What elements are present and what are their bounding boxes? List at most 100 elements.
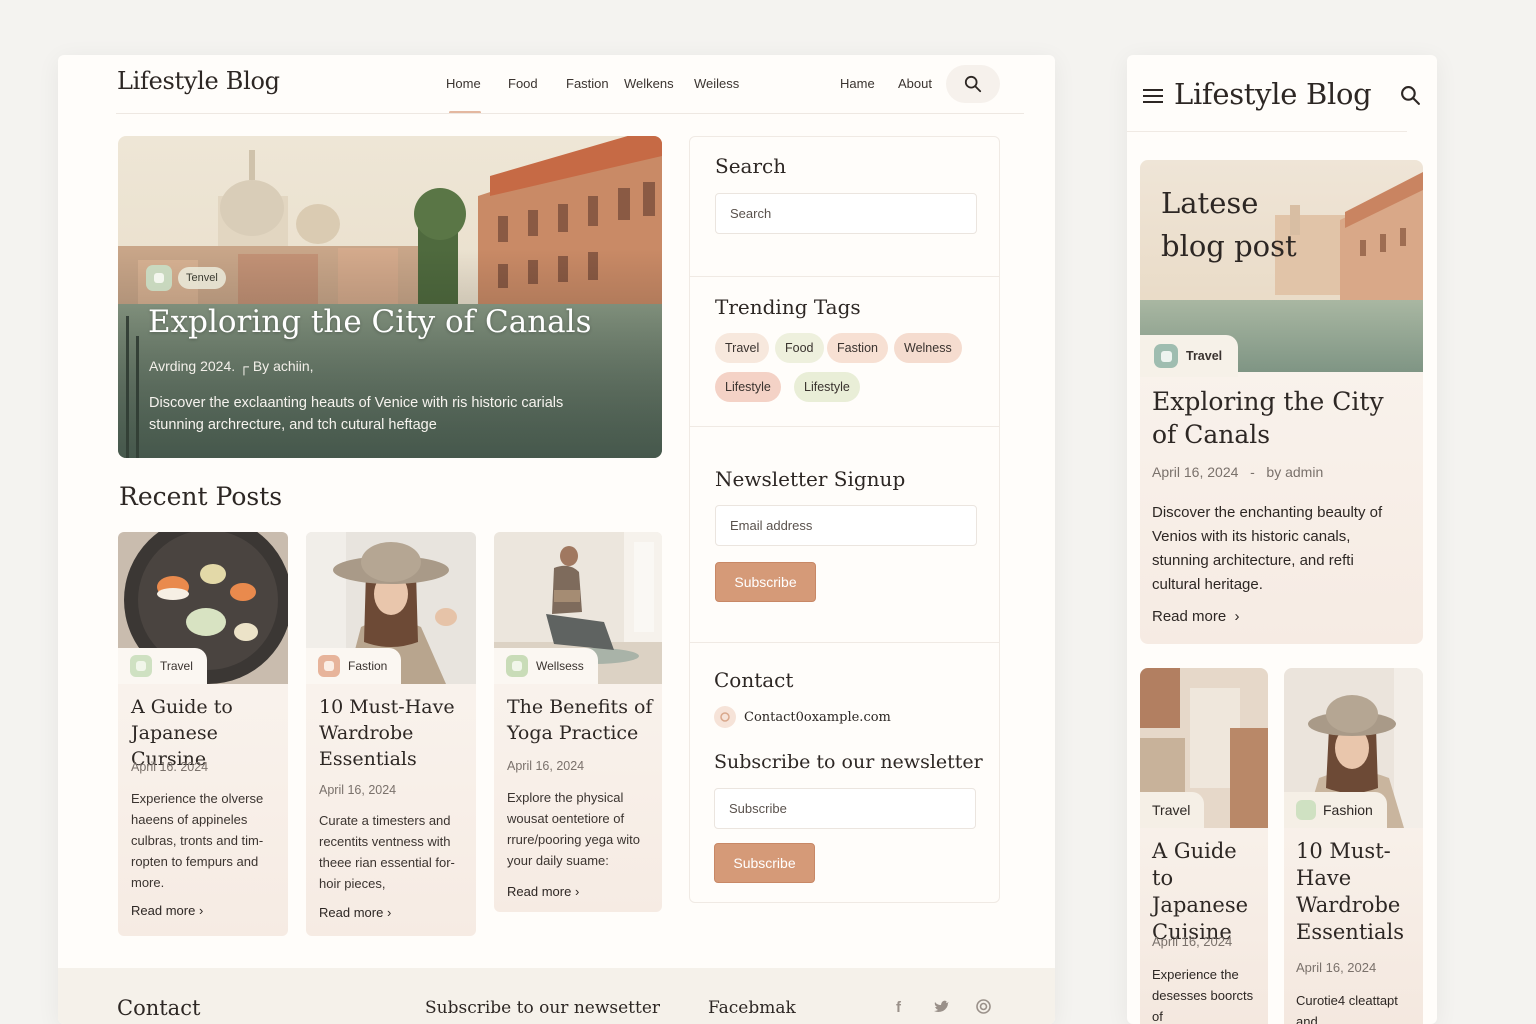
mobile-post-excerpt: Experience the desesses boorcts of bbox=[1152, 967, 1254, 1024]
email-field[interactable]: Email address bbox=[715, 505, 977, 546]
chevron-right-icon: › bbox=[386, 905, 392, 920]
subscribe-newsletter-title: Subscribe to our newsletter bbox=[714, 751, 983, 773]
tag-travel[interactable]: Travel bbox=[715, 333, 770, 363]
nav-about[interactable]: About bbox=[898, 76, 932, 91]
twitter-icon[interactable] bbox=[934, 1000, 950, 1019]
mobile-featured-title[interactable]: Exploring the City of Canals bbox=[1152, 385, 1392, 451]
read-more-link[interactable]: Read more › bbox=[319, 905, 391, 920]
site-logo[interactable]: Lifestyle Blog bbox=[117, 67, 280, 95]
nav-home[interactable]: Home bbox=[446, 76, 481, 91]
subscribe-button[interactable]: Subscribe bbox=[715, 562, 816, 602]
subscribe-button-2[interactable]: Subscribe bbox=[714, 843, 815, 883]
footer-contact[interactable]: Contact bbox=[117, 996, 200, 1020]
hero-category-label: Tenvel bbox=[178, 267, 226, 289]
mobile-post-card[interactable]: Fashion 10 Must-Have Wardrobe Essentials… bbox=[1284, 668, 1423, 1024]
post-card[interactable]: Fastion 10 Must-Have Wardrobe Essentials… bbox=[306, 532, 476, 936]
contact-email[interactable]: Contact0oxample.com bbox=[714, 706, 891, 728]
search-button[interactable] bbox=[946, 65, 1000, 103]
trending-tags-title: Trending Tags bbox=[715, 295, 861, 319]
mail-icon bbox=[714, 706, 736, 728]
mobile-post-excerpt: Curotie4 cleattapt and bbox=[1296, 993, 1398, 1024]
hero-category[interactable]: Tenvel bbox=[146, 265, 226, 291]
mobile-featured-meta: April 16, 2024 - by admin bbox=[1152, 464, 1324, 480]
hero-description: Discover the exclaanting heauts of Venic… bbox=[149, 395, 564, 433]
leaf-icon bbox=[506, 655, 528, 677]
header-divider bbox=[116, 113, 1024, 114]
facebook-icon[interactable]: f bbox=[896, 999, 901, 1016]
hero-featured-post[interactable]: Tenvel Exploring the City of Canals Avrd… bbox=[118, 136, 662, 458]
mobile-post-date: April 16, 2024 bbox=[1296, 960, 1377, 975]
mobile-logo[interactable]: Lifestyle Blog bbox=[1174, 77, 1372, 111]
read-more-link[interactable]: Read more › bbox=[507, 884, 579, 899]
search-icon bbox=[964, 75, 982, 93]
search-icon[interactable] bbox=[1400, 85, 1421, 111]
footer-subscribe[interactable]: Subscribe to our newsetter bbox=[425, 998, 660, 1018]
post-excerpt: Curate a timesters and recentits ventnes… bbox=[319, 813, 455, 891]
recent-posts-heading: Recent Posts bbox=[119, 482, 283, 511]
post-category-label: Fastion bbox=[348, 659, 388, 673]
sidebar-divider bbox=[690, 426, 999, 427]
post-title[interactable]: 10 Must-Have Wardrobe Essentials bbox=[319, 694, 469, 772]
mobile-post-category[interactable]: Fashion bbox=[1284, 792, 1387, 828]
nav-wellness[interactable]: Welkens bbox=[624, 76, 674, 91]
desktop-frame: Lifestyle Blog Home Food Fastion Welkens… bbox=[58, 55, 1055, 1024]
post-title[interactable]: The Benefits of Yoga Practice bbox=[507, 694, 657, 746]
tag-fashion[interactable]: Fastion bbox=[827, 333, 888, 363]
tag-lifestyle[interactable]: Lifestyle bbox=[715, 372, 781, 402]
mobile-featured-card[interactable]: Latese blog post Travel Exploring the Ci… bbox=[1140, 160, 1423, 644]
leaf-icon bbox=[130, 655, 152, 677]
chevron-right-icon: › bbox=[198, 903, 204, 918]
mobile-post-title[interactable]: 10 Must-Have Wardrobe Essentials bbox=[1296, 838, 1416, 946]
footer-facebook[interactable]: Facebmak bbox=[708, 998, 796, 1018]
sidebar-search-input[interactable]: Search bbox=[715, 193, 977, 234]
sidebar-divider bbox=[690, 642, 999, 643]
mobile-header-divider bbox=[1127, 131, 1407, 132]
nav-hame[interactable]: Hame bbox=[840, 76, 875, 91]
hero-title[interactable]: Exploring the City of Canals bbox=[148, 304, 591, 340]
travel-icon bbox=[1154, 344, 1178, 368]
read-more-link[interactable]: Read more › bbox=[131, 903, 203, 918]
post-card[interactable]: Wellsess The Benefits of Yoga Practice A… bbox=[494, 532, 662, 912]
chevron-right-icon: › bbox=[1234, 608, 1240, 625]
mobile-read-more[interactable]: Read more › bbox=[1152, 608, 1240, 625]
hamburger-icon[interactable] bbox=[1143, 88, 1163, 109]
tag-lifestyle-2[interactable]: Lifestyle bbox=[794, 372, 860, 402]
top-nav-bar: Lifestyle Blog Home Food Fastion Welkens… bbox=[58, 55, 1055, 114]
mobile-post-card[interactable]: Travel A Guide to Japanese Cuisine April… bbox=[1140, 668, 1268, 1024]
mobile-hero-overlay: Latese blog post bbox=[1161, 186, 1297, 263]
mobile-frame: Lifestyle Blog Latese blog post Travel E… bbox=[1127, 55, 1437, 1024]
contact-title: Contact bbox=[714, 668, 794, 692]
post-category-label: Travel bbox=[160, 659, 193, 673]
post-category[interactable]: Wellsess bbox=[494, 648, 598, 684]
nav-food[interactable]: Food bbox=[508, 76, 538, 91]
post-category[interactable]: Travel bbox=[118, 648, 207, 684]
mobile-featured-category[interactable]: Travel bbox=[1140, 335, 1239, 377]
nav-weiless[interactable]: Weiless bbox=[694, 76, 739, 91]
hero-meta: Avrding 2024. ┌ By achiin, bbox=[149, 358, 314, 374]
tag-food[interactable]: Food bbox=[775, 333, 824, 363]
mobile-post-category[interactable]: Travel bbox=[1140, 792, 1205, 828]
post-card[interactable]: Travel A Guide to Japanese Cursine April… bbox=[118, 532, 288, 936]
chevron-right-icon: › bbox=[574, 884, 580, 899]
sidebar: Search Search Trending Tags Travel Food … bbox=[689, 136, 1000, 903]
mobile-category-label: Travel bbox=[1186, 349, 1223, 363]
post-excerpt: Explore the physical wousat oentetiore o… bbox=[507, 790, 640, 868]
tag-wellness[interactable]: Welness bbox=[894, 333, 962, 363]
mobile-featured-excerpt: Discover the enchanting beaulty of Venio… bbox=[1152, 504, 1383, 593]
mobile-post-date: April 16, 2024 bbox=[1152, 934, 1233, 949]
subscribe-input[interactable]: Subscribe bbox=[714, 788, 976, 829]
leaf-icon bbox=[1296, 800, 1316, 820]
hanger-icon bbox=[318, 655, 340, 677]
instagram-icon[interactable] bbox=[976, 999, 991, 1019]
search-widget-title: Search bbox=[715, 154, 787, 178]
post-date: April 16, 2024 bbox=[319, 783, 397, 797]
travel-icon bbox=[146, 265, 172, 291]
post-excerpt: Experience the olverse haeens of appinel… bbox=[131, 791, 264, 890]
nav-fashion[interactable]: Fastion bbox=[566, 76, 609, 91]
post-date: April 16, 2024 bbox=[507, 759, 585, 773]
post-category[interactable]: Fastion bbox=[306, 648, 402, 684]
mobile-post-title[interactable]: A Guide to Japanese Cuisine bbox=[1152, 838, 1262, 946]
sidebar-divider bbox=[690, 276, 999, 277]
post-date: April 16. 2024 bbox=[131, 760, 209, 774]
newsletter-title: Newsletter Signup bbox=[715, 467, 906, 491]
